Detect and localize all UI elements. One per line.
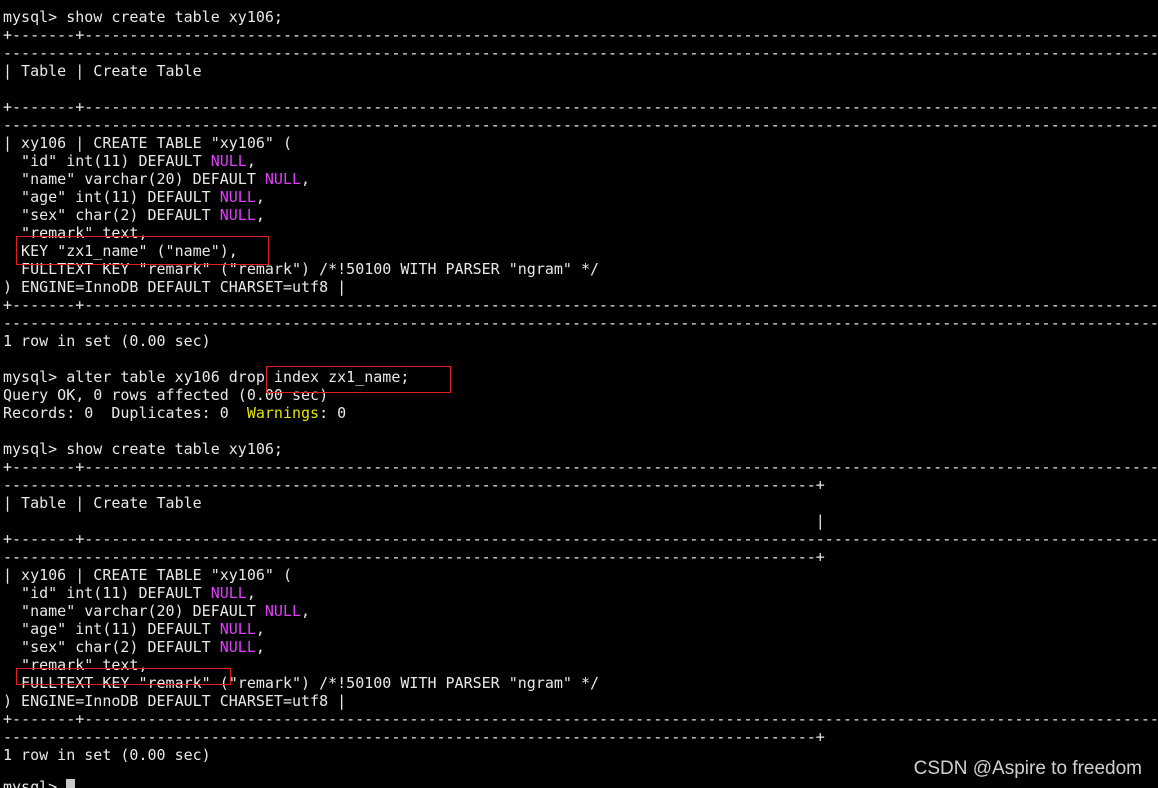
table-border: +-------+-------------------------------… bbox=[3, 296, 1158, 314]
punctuation: , bbox=[246, 152, 256, 170]
column-definition: "sex" char(2) DEFAULT NULL, bbox=[3, 206, 265, 224]
table-border: ----------------------------------------… bbox=[3, 314, 1158, 332]
result-status: 1 row in set (0.00 sec) bbox=[3, 332, 211, 350]
table-border: +-------+-------------------------------… bbox=[3, 710, 1158, 728]
warnings-count: : 0 bbox=[319, 404, 347, 422]
punctuation: , bbox=[255, 638, 265, 656]
null-keyword: NULL bbox=[219, 188, 256, 206]
engine-line: ) ENGINE=InnoDB DEFAULT CHARSET=utf8 | bbox=[3, 692, 347, 710]
table-header: | Table | Create Table bbox=[3, 494, 202, 512]
command-line: mysql> show create table xy106; bbox=[3, 8, 283, 26]
table-border: +-------+-------------------------------… bbox=[3, 98, 1158, 116]
null-keyword: NULL bbox=[210, 584, 247, 602]
column-definition: "sex" char(2) DEFAULT NULL, bbox=[3, 638, 265, 656]
punctuation: , bbox=[255, 620, 265, 638]
table-border: ----------------------------------------… bbox=[3, 476, 825, 494]
output-line: | xy106 | CREATE TABLE "xy106" ( bbox=[3, 134, 292, 152]
punctuation: , bbox=[301, 602, 311, 620]
column-definition: "id" int(11) DEFAULT NULL, bbox=[3, 584, 256, 602]
terminal-window[interactable]: mysql> show create table xy106; +-------… bbox=[0, 0, 1158, 788]
null-keyword: NULL bbox=[219, 638, 256, 656]
column-definition: "name" varchar(20) DEFAULT NULL, bbox=[3, 170, 310, 188]
result-status: 1 row in set (0.00 sec) bbox=[3, 746, 211, 764]
table-border: +-------+-------------------------------… bbox=[3, 26, 1158, 44]
column-text: "name" varchar(20) DEFAULT bbox=[3, 170, 265, 188]
column-definition: "age" int(11) DEFAULT NULL, bbox=[3, 620, 265, 638]
column-text: "name" varchar(20) DEFAULT bbox=[3, 602, 265, 620]
column-text: "id" int(11) DEFAULT bbox=[3, 152, 211, 170]
table-border: ----------------------------------------… bbox=[3, 728, 825, 746]
engine-line: ) ENGINE=InnoDB DEFAULT CHARSET=utf8 | bbox=[3, 278, 347, 296]
null-keyword: NULL bbox=[264, 602, 302, 620]
watermark: CSDN @Aspire to freedom bbox=[913, 758, 1142, 779]
punctuation: , bbox=[301, 170, 311, 188]
cursor-icon bbox=[66, 779, 76, 788]
command-line: mysql> show create table xy106; bbox=[3, 440, 283, 458]
punctuation: , bbox=[255, 188, 265, 206]
records-status: Records: 0 Duplicates: 0 Warnings: 0 bbox=[3, 404, 346, 422]
column-definition: "id" int(11) DEFAULT NULL, bbox=[3, 152, 256, 170]
column-text: "id" int(11) DEFAULT bbox=[3, 584, 211, 602]
column-text: "age" int(11) DEFAULT bbox=[3, 620, 220, 638]
table-border: ----------------------------------------… bbox=[3, 548, 825, 566]
punctuation: , bbox=[255, 206, 265, 224]
table-border: +-------+-------------------------------… bbox=[3, 458, 1158, 476]
records-text: Records: 0 Duplicates: 0 bbox=[3, 404, 247, 422]
table-border: ----------------------------------------… bbox=[3, 116, 1158, 134]
column-text: "age" int(11) DEFAULT bbox=[3, 188, 220, 206]
table-header: | Table | Create Table bbox=[3, 62, 202, 80]
column-definition: "name" varchar(20) DEFAULT NULL, bbox=[3, 602, 310, 620]
output-line: | xy106 | CREATE TABLE "xy106" ( bbox=[3, 566, 292, 584]
punctuation: , bbox=[246, 584, 256, 602]
column-definition: "age" int(11) DEFAULT NULL, bbox=[3, 188, 265, 206]
null-keyword: NULL bbox=[264, 170, 302, 188]
warnings-label: Warnings bbox=[246, 404, 320, 422]
prompt-text: mysql> bbox=[3, 778, 67, 788]
highlight-box bbox=[16, 668, 231, 685]
column-text: "sex" char(2) DEFAULT bbox=[3, 638, 220, 656]
highlight-box bbox=[16, 236, 269, 265]
prompt-line[interactable]: mysql> bbox=[3, 778, 76, 788]
table-border: +-------+-------------------------------… bbox=[3, 530, 1158, 548]
column-text: "sex" char(2) DEFAULT bbox=[3, 206, 220, 224]
null-keyword: NULL bbox=[219, 206, 256, 224]
table-border: ----------------------------------------… bbox=[3, 44, 1158, 62]
table-header-end: | bbox=[3, 512, 825, 530]
null-keyword: NULL bbox=[219, 620, 256, 638]
highlight-box bbox=[266, 366, 451, 393]
null-keyword: NULL bbox=[210, 152, 247, 170]
